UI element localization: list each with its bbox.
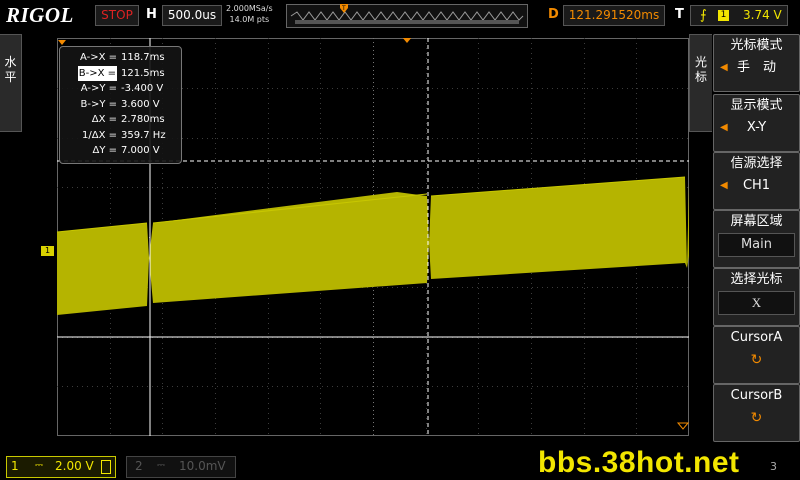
readout-value: 359.7 Hz: [121, 129, 166, 141]
menu-select-cursor[interactable]: 选择光标 X: [713, 268, 800, 326]
ch2-number: 2: [135, 459, 143, 473]
menu-title: 显示模式: [730, 98, 783, 113]
memory-position-bar[interactable]: T: [286, 4, 528, 28]
dc-coupling-icon: ⎓: [157, 460, 165, 471]
readout-value: 2.780ms: [121, 114, 165, 125]
tab-char: 水: [4, 55, 17, 69]
watermark-text: bbs.38hot.net: [538, 446, 740, 479]
memory-depth: 14.0M pts: [229, 15, 270, 24]
menu-cursor-a[interactable]: CursorA ↻: [713, 326, 800, 384]
brand-logo: RIGOL: [6, 3, 74, 27]
bandwidth-limit-icon: [101, 460, 111, 474]
menu-value: X: [718, 291, 795, 315]
cursor-readout-row: B->X = 121.5ms: [60, 65, 181, 81]
menu-value: ◀ 手 动: [718, 57, 795, 79]
readout-value: 118.7ms: [121, 52, 165, 63]
trigger-position-marker: T: [340, 4, 348, 13]
sample-rate: 2.000MSa/s: [226, 4, 273, 13]
cursor-readout-row: B->Y = 3.600 V: [60, 97, 181, 112]
menu-title: 光标模式: [730, 38, 783, 53]
run-stop-status[interactable]: STOP: [95, 5, 139, 26]
delay-label: D: [548, 7, 559, 22]
chevron-left-icon: ◀: [720, 62, 728, 73]
knob-icon: ↻: [750, 352, 763, 368]
menu-title: 信源选择: [730, 156, 783, 171]
acquisition-info: 2.000MSa/s 14.0M pts: [226, 3, 273, 25]
ch1-scale-box[interactable]: 1 ⎓ 2.00 V: [6, 456, 116, 478]
knob-icon: ↻: [750, 410, 763, 426]
menu-title: 屏幕区域: [730, 214, 783, 229]
trigger-channel-badge: 1: [718, 10, 729, 21]
readout-label: A->X =: [79, 52, 117, 63]
cursor-readout-row: ΔY = 7.000 V: [60, 143, 181, 158]
ch1-marker-top: [58, 40, 66, 45]
menu-source-select[interactable]: 信源选择 ◀ CH1: [713, 152, 800, 210]
horizontal-menu-tab[interactable]: 水 平: [0, 34, 22, 132]
cursor-readout-panel: A->X = 118.7ms B->X = 121.5ms A->Y = -3.400 V…: [59, 46, 182, 164]
menu-value: ◀ CH1: [718, 175, 795, 197]
cursor-readout-row: ΔX = 2.780ms: [60, 112, 181, 127]
trigger-label: T: [675, 7, 684, 22]
menu-value: Main: [718, 233, 795, 257]
readout-value: 121.5ms: [121, 67, 165, 79]
trigger-time-marker: [402, 37, 412, 43]
menu-title: CursorA: [730, 330, 783, 345]
readout-label: B->X =: [77, 65, 117, 81]
ch1-offset-marker[interactable]: 1: [41, 246, 54, 256]
cursor-readout-row: A->Y = -3.400 V: [60, 81, 181, 96]
menu-value-text: 手 动: [736, 60, 776, 75]
menu-value: ◀ X-Y: [718, 117, 795, 139]
menu-screen-region[interactable]: 屏幕区域 Main: [713, 210, 800, 268]
dc-coupling-icon: ⎓: [35, 460, 43, 471]
readout-value: 7.000 V: [121, 145, 160, 156]
chevron-left-icon: ◀: [720, 122, 728, 133]
trigger-level-marker: [676, 422, 690, 430]
tab-char: 平: [4, 70, 17, 84]
ch1-volts-per-div: 2.00 V: [55, 459, 94, 473]
cursor-menu-tab[interactable]: 光 标: [689, 34, 712, 132]
menu-value-text: CH1: [742, 178, 771, 193]
memory-waveform-thumbnail: [290, 11, 524, 24]
trigger-setting[interactable]: ⨍ 1 3.74 V: [690, 5, 788, 26]
menu-cursor-mode[interactable]: 光标模式 ◀ 手 动: [713, 34, 800, 92]
svg-text:T: T: [341, 5, 346, 12]
readout-label: ΔX =: [91, 114, 117, 125]
readout-label: 1/ΔX =: [82, 129, 117, 141]
rising-edge-icon: ⨍: [700, 8, 707, 23]
menu-cursor-b[interactable]: CursorB ↻: [713, 384, 800, 442]
menu-title: CursorB: [730, 388, 783, 403]
readout-value: 3.600 V: [121, 98, 160, 110]
readout-value: -3.400 V: [121, 83, 164, 94]
tab-char: 光: [694, 55, 707, 69]
ch2-volts-per-div: 10.0mV: [179, 459, 226, 473]
menu-display-mode[interactable]: 显示模式 ◀ X-Y: [713, 94, 800, 152]
chevron-left-icon: ◀: [720, 180, 728, 191]
cursor-readout-row: 1/ΔX = 359.7 Hz: [60, 128, 181, 143]
timebase-value[interactable]: 500.0us: [162, 5, 222, 26]
readout-label: ΔY =: [92, 145, 117, 156]
top-status-bar: RIGOL STOP H 500.0us 2.000MSa/s 14.0M pt…: [0, 0, 800, 30]
menu-title: 选择光标: [730, 272, 783, 287]
readout-label: B->Y =: [80, 98, 117, 110]
ch1-number: 1: [11, 459, 19, 473]
delay-value[interactable]: 121.291520ms: [563, 5, 665, 26]
menu-value-text: X-Y: [746, 120, 767, 135]
clock-text: 3: [770, 460, 777, 473]
horizontal-label: H: [146, 7, 157, 22]
trigger-level: 3.74 V: [743, 8, 782, 22]
tab-char: 标: [694, 70, 707, 84]
cursor-readout-row: A->X = 118.7ms: [60, 50, 181, 65]
ch2-scale-box[interactable]: 2 ⎓ 10.0mV: [126, 456, 236, 478]
readout-label: A->Y =: [80, 83, 117, 94]
